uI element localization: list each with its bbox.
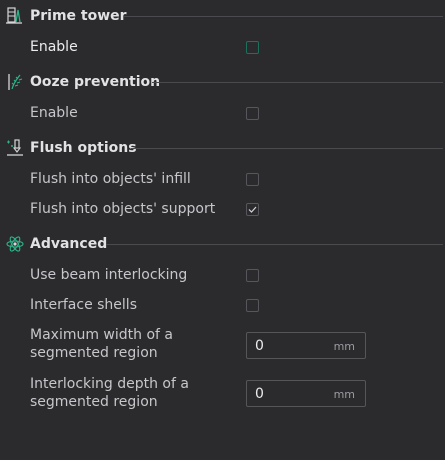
beam-interlocking-checkbox[interactable] bbox=[246, 269, 259, 282]
label-line: Interlocking depth of a bbox=[30, 376, 189, 392]
section-prime-tower: Prime tower bbox=[0, 6, 445, 26]
flush-support-label: Flush into objects' support bbox=[30, 201, 216, 217]
section-title: Flush options bbox=[30, 140, 137, 156]
section-divider bbox=[124, 16, 443, 17]
interlocking-depth-label: Interlocking depth of a segmented region bbox=[30, 375, 230, 411]
max-width-segmented-input[interactable]: 0 mm bbox=[246, 332, 366, 359]
flush-support-checkbox[interactable] bbox=[246, 203, 259, 216]
ooze-prevention-icon bbox=[5, 72, 25, 92]
unit-label: mm bbox=[333, 340, 355, 353]
ooze-prevention-enable-label: Enable bbox=[30, 105, 78, 121]
section-divider bbox=[106, 244, 443, 245]
label-line: segmented region bbox=[30, 394, 158, 410]
interface-shells-label: Interface shells bbox=[30, 297, 137, 313]
max-width-segmented-label: Maximum width of a segmented region bbox=[30, 326, 230, 362]
flush-infill-label: Flush into objects' infill bbox=[30, 171, 191, 187]
prime-tower-icon bbox=[5, 6, 25, 26]
label-line: Maximum width of a bbox=[30, 327, 173, 343]
beam-interlocking-label: Use beam interlocking bbox=[30, 267, 188, 283]
unit-label: mm bbox=[333, 388, 355, 401]
flush-infill-checkbox[interactable] bbox=[246, 173, 259, 186]
section-divider bbox=[152, 82, 443, 83]
section-ooze-prevention: Ooze prevention bbox=[0, 72, 445, 92]
section-flush-options: Flush options bbox=[0, 138, 445, 158]
prime-tower-enable-checkbox[interactable] bbox=[246, 41, 259, 54]
advanced-atom-icon bbox=[5, 234, 25, 254]
prime-tower-enable-label: Enable bbox=[30, 39, 78, 55]
input-value[interactable]: 0 bbox=[255, 385, 264, 403]
ooze-prevention-enable-checkbox[interactable] bbox=[246, 107, 259, 120]
checkmark-icon bbox=[248, 206, 257, 213]
flush-options-icon bbox=[5, 138, 25, 158]
interlocking-depth-input[interactable]: 0 mm bbox=[246, 380, 366, 407]
input-value[interactable]: 0 bbox=[255, 337, 264, 355]
label-line: segmented region bbox=[30, 345, 158, 361]
section-divider bbox=[131, 148, 443, 149]
section-title: Prime tower bbox=[30, 8, 127, 24]
section-advanced: Advanced bbox=[0, 234, 445, 254]
section-title: Ooze prevention bbox=[30, 74, 161, 90]
interface-shells-checkbox[interactable] bbox=[246, 299, 259, 312]
section-title: Advanced bbox=[30, 236, 108, 252]
